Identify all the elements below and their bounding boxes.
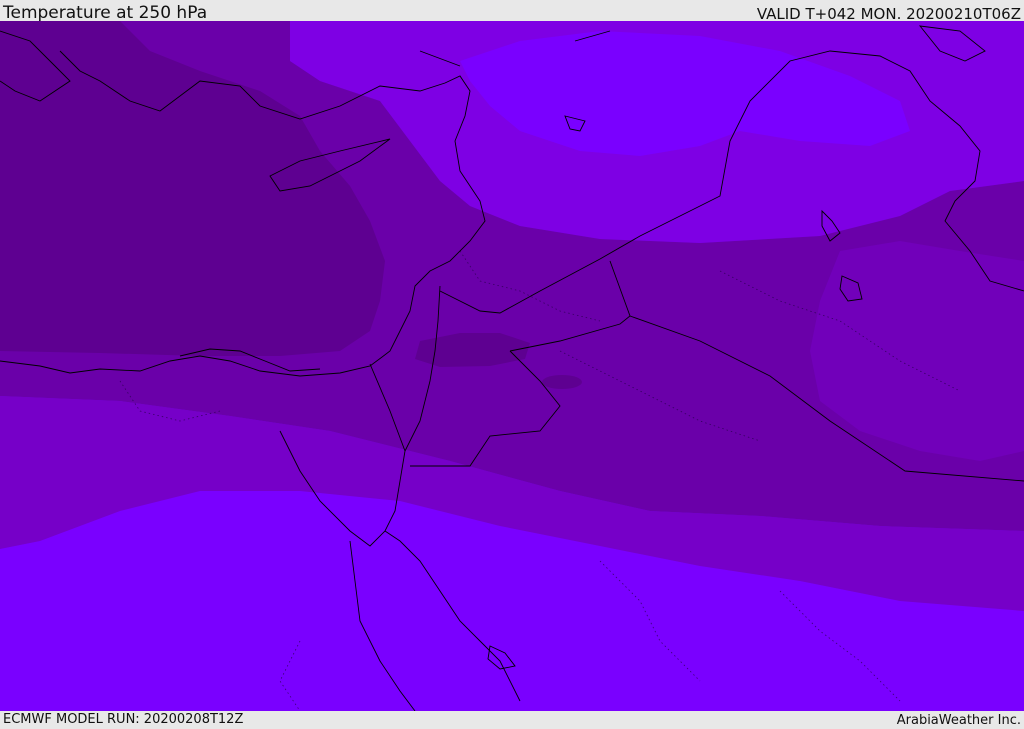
footer-bar: ECMWF MODEL RUN: 20200208T12Z ArabiaWeat… <box>0 711 1024 729</box>
map-title: Temperature at 250 hPa <box>3 3 208 23</box>
model-run-label: ECMWF MODEL RUN: 20200208T12Z <box>3 712 244 727</box>
header-bar: Temperature at 250 hPa VALID T+042 MON. … <box>0 0 1024 23</box>
temperature-map <box>0 21 1024 711</box>
band-coldest-spot <box>542 375 582 389</box>
credit-label: ArabiaWeather Inc. <box>896 713 1021 728</box>
